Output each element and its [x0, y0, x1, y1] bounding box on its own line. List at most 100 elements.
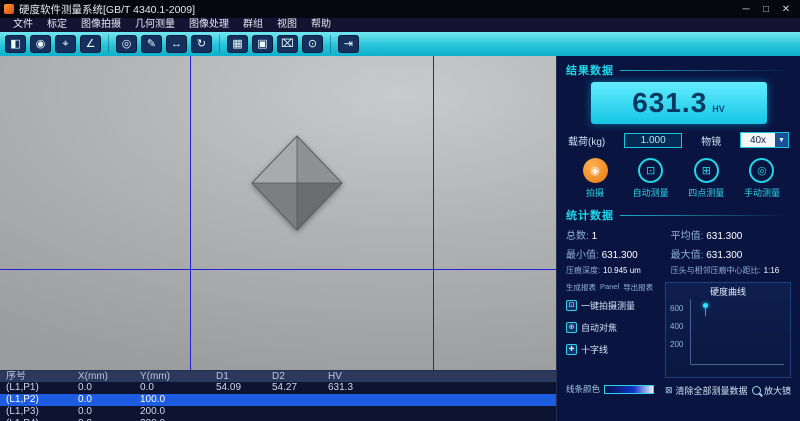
cell-d1: 54.09	[210, 382, 266, 394]
crosshair-horizontal	[0, 269, 556, 270]
main-area: 序号 X(mm) Y(mm) D1 D2 HV (L1,P1) 0.0 0.0 …	[0, 56, 800, 421]
menu-file[interactable]: 文件	[6, 18, 40, 32]
magnifier-toggle[interactable]: 放大镜	[752, 384, 791, 397]
right-panel: 结果数据 631.3 HV 载荷(kg) 物镜 40x ▼ ◉ 拍摄	[556, 56, 800, 421]
hardness-unit: HV	[712, 104, 725, 114]
record-icon[interactable]: ⊙	[302, 35, 323, 53]
angle-measure-icon[interactable]: ∠	[80, 35, 101, 53]
menu-bar: 文件 标定 图像拍摄 几何测量 图像处理 群组 视图 帮助	[0, 18, 800, 32]
tab-export-report[interactable]: 导出报表	[623, 282, 653, 293]
column-header-index: 序号	[0, 371, 72, 382]
image-icon[interactable]: ▣	[252, 35, 273, 53]
menu-image-capture[interactable]: 图像拍摄	[74, 18, 128, 32]
y-tick-400: 400	[670, 322, 683, 331]
report-tabs: 生成报表 Panel 导出报表	[566, 282, 660, 293]
table-row[interactable]: (L1,P3) 0.0 200.0	[0, 406, 556, 418]
hardness-value: 631.3	[632, 87, 707, 119]
menu-view[interactable]: 视图	[270, 18, 304, 32]
spacing-ratio-label: 压头与相邻压痕中心距比:	[671, 266, 761, 275]
minimize-button[interactable]: ─	[736, 1, 756, 17]
max-value: 631.300	[706, 250, 742, 261]
y-tick-600: 600	[670, 304, 683, 313]
cell-hv	[322, 406, 556, 418]
menu-geometry-measure[interactable]: 几何测量	[128, 18, 182, 32]
target-icon[interactable]: ⌖	[55, 35, 76, 53]
microscope-viewport[interactable]	[0, 56, 556, 370]
chart-column: 硬度曲线 600 400 200 ⊠ 清除全部测量数据	[665, 282, 791, 397]
cell-d1	[210, 406, 266, 418]
app-window: 硬度软件测量系统[GB/T 4340.1-2009] ─ □ ✕ 文件 标定 图…	[0, 0, 800, 421]
tab-panel[interactable]: Panel	[600, 282, 619, 293]
menu-group[interactable]: 群组	[236, 18, 270, 32]
objective-label: 物镜	[701, 133, 721, 148]
y-tick-200: 200	[670, 340, 683, 349]
export-icon[interactable]: ⇥	[338, 35, 359, 53]
statistics-section-header: 统计数据	[566, 207, 791, 223]
cell-d2	[266, 394, 322, 406]
capture-label: 拍摄	[586, 186, 604, 199]
objective-value: 40x	[741, 135, 775, 146]
line-color-swatch[interactable]	[604, 385, 654, 394]
cell-x: 0.0	[72, 394, 134, 406]
clear-all-button[interactable]: ⊠ 清除全部测量数据	[665, 384, 748, 397]
table-header-row: 序号 X(mm) Y(mm) D1 D2 HV	[0, 371, 556, 382]
length-measure-icon[interactable]: ↔	[166, 35, 187, 53]
depth-value: 10.945 um	[603, 266, 641, 275]
autofocus-button[interactable]: ⊕ 自动对焦	[566, 321, 660, 334]
average-value: 631.300	[706, 231, 742, 242]
column-header-y: Y(mm)	[134, 371, 210, 382]
menu-calibration[interactable]: 标定	[40, 18, 74, 32]
trash-icon: ⊠	[665, 385, 673, 396]
statistics-title: 统计数据	[566, 207, 614, 223]
cell-d2	[266, 406, 322, 418]
hardness-chart: 硬度曲线 600 400 200	[665, 282, 791, 378]
one-key-measure-button[interactable]: ⊡ 一键拍摄测量	[566, 299, 660, 312]
focus-icon[interactable]: ◎	[116, 35, 137, 53]
bottom-tools-area: 生成报表 Panel 导出报表 ⊡ 一键拍摄测量 ⊕ 自动对焦 ✚ 十字线	[566, 282, 791, 397]
tab-generate-report[interactable]: 生成报表	[566, 282, 596, 293]
auto-measure-button[interactable]: ⊡ 自动测量	[624, 158, 678, 199]
results-title: 结果数据	[566, 62, 614, 78]
table-icon[interactable]: ▦	[227, 35, 248, 53]
table-row[interactable]: (L1,P1) 0.0 0.0 54.09 54.27 631.3	[0, 382, 556, 394]
cell-index: (L1,P1)	[0, 382, 72, 394]
cell-y: 0.0	[134, 382, 210, 394]
camera-icon[interactable]: ◉	[30, 35, 51, 53]
menu-help[interactable]: 帮助	[304, 18, 338, 32]
edit-icon[interactable]: ✎	[141, 35, 162, 53]
load-input[interactable]	[624, 133, 682, 148]
statistics-block: 总数: 1 平均值: 631.300 最小值: 631.300 最大值: 631…	[566, 227, 791, 276]
cell-index: (L1,P3)	[0, 406, 72, 418]
maximize-button[interactable]: □	[756, 1, 776, 17]
objective-select[interactable]: 40x ▼	[740, 132, 789, 148]
close-button[interactable]: ✕	[776, 1, 796, 17]
delete-icon[interactable]: ⌧	[277, 35, 298, 53]
capture-button[interactable]: ◉ 拍摄	[568, 158, 622, 199]
cell-x: 0.0	[72, 406, 134, 418]
total-value: 1	[592, 231, 598, 242]
stat-row: 总数: 1 平均值: 631.300	[566, 227, 791, 242]
toolbar: ◧ ◉ ⌖ ∠ ◎ ✎ ↔ ↻ ▦ ▣ ⌧ ⊙ ⇥	[0, 32, 800, 56]
line-color-label: 线条颜色	[566, 383, 600, 395]
menu-image-processing[interactable]: 图像处理	[182, 18, 236, 32]
chevron-down-icon: ▼	[775, 133, 788, 147]
calibrate-icon[interactable]: ◧	[5, 35, 26, 53]
refresh-icon[interactable]: ↻	[191, 35, 212, 53]
cell-y: 100.0	[134, 394, 210, 406]
title-bar: 硬度软件测量系统[GB/T 4340.1-2009] ─ □ ✕	[0, 0, 800, 18]
cell-d1	[210, 394, 266, 406]
cell-hv: 631.3	[322, 382, 556, 394]
four-point-label: 四点测量	[688, 186, 724, 199]
results-section-header: 结果数据	[566, 62, 791, 78]
crosshair-icon: ✚	[566, 344, 577, 355]
camera-icon: ◉	[583, 158, 608, 183]
crosshair-toggle-button[interactable]: ✚ 十字线	[566, 343, 660, 356]
four-point-measure-button[interactable]: ⊞ 四点测量	[679, 158, 733, 199]
section-divider	[620, 70, 791, 71]
table-row-selected[interactable]: (L1,P2) 0.0 100.0	[0, 394, 556, 406]
parameter-row: 载荷(kg) 物镜 40x ▼	[566, 132, 791, 148]
window-title: 硬度软件测量系统[GB/T 4340.1-2009]	[19, 2, 195, 17]
toolbar-separator	[330, 35, 331, 53]
column-header-d1: D1	[210, 371, 266, 382]
manual-measure-button[interactable]: ◎ 手动测量	[735, 158, 789, 199]
